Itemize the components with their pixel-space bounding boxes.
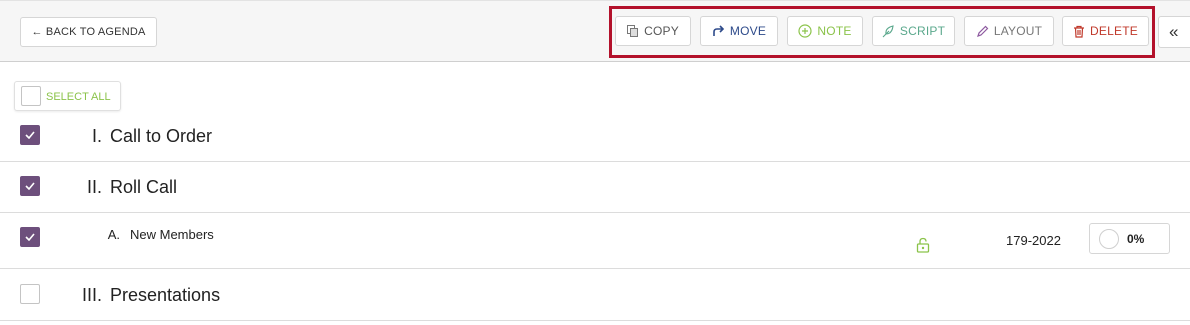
checkmark-icon bbox=[25, 233, 35, 241]
item-checkbox[interactable] bbox=[20, 176, 40, 196]
select-all-control[interactable]: SELECT ALL bbox=[14, 81, 121, 111]
agenda-item-row[interactable]: III. Presentations bbox=[0, 269, 1190, 321]
feather-pen-icon bbox=[882, 24, 895, 38]
item-checkbox[interactable] bbox=[20, 284, 40, 304]
document-number: 179-2022 bbox=[1006, 233, 1061, 248]
layout-button[interactable]: LAYOUT bbox=[964, 16, 1054, 46]
back-to-agenda-button[interactable]: ← BACK TO AGENDA bbox=[20, 17, 157, 47]
agenda-toolbar: ← BACK TO AGENDA COPY MOVE NOTE SCRIPT L… bbox=[0, 0, 1190, 62]
item-title[interactable]: Roll Call bbox=[110, 177, 177, 198]
progress-value: 0% bbox=[1127, 231, 1145, 246]
pencil-icon bbox=[976, 25, 989, 38]
agenda-item-row[interactable]: I. Call to Order bbox=[0, 112, 1190, 162]
item-number: II. bbox=[86, 177, 102, 197]
progress-button[interactable]: 0% bbox=[1089, 223, 1170, 254]
checkmark-icon bbox=[25, 131, 35, 139]
item-checkbox[interactable] bbox=[20, 227, 40, 247]
move-label: MOVE bbox=[729, 24, 767, 38]
item-checkbox[interactable] bbox=[20, 125, 40, 145]
script-label: SCRIPT bbox=[899, 24, 946, 38]
copy-button[interactable]: COPY bbox=[615, 16, 691, 46]
select-all-checkbox[interactable] bbox=[21, 86, 41, 106]
trash-icon bbox=[1073, 25, 1085, 38]
double-chevron-left-icon: « bbox=[1169, 22, 1179, 41]
back-to-agenda-label: ← BACK TO AGENDA bbox=[31, 26, 146, 38]
checkmark-icon bbox=[25, 182, 35, 190]
item-title[interactable]: New Members bbox=[130, 227, 214, 242]
item-title[interactable]: Call to Order bbox=[110, 126, 212, 147]
item-title[interactable]: Presentations bbox=[110, 285, 220, 306]
note-label: NOTE bbox=[817, 24, 852, 38]
progress-ring-icon bbox=[1099, 228, 1119, 249]
note-button[interactable]: NOTE bbox=[787, 16, 863, 46]
script-button[interactable]: SCRIPT bbox=[872, 16, 955, 46]
agenda-subitem-row[interactable]: A. New Members 179-2022 0% bbox=[0, 213, 1190, 269]
agenda-item-row[interactable]: II. Roll Call bbox=[0, 162, 1190, 213]
collapse-panel-button[interactable]: « bbox=[1158, 16, 1190, 48]
redo-arrow-icon bbox=[712, 25, 725, 37]
copy-label: COPY bbox=[644, 24, 679, 38]
move-button[interactable]: MOVE bbox=[700, 16, 778, 46]
item-number: III. bbox=[81, 285, 102, 305]
delete-button[interactable]: DELETE bbox=[1062, 16, 1149, 46]
select-all-label: SELECT ALL bbox=[46, 91, 111, 103]
layout-label: LAYOUT bbox=[993, 24, 1043, 38]
item-number: I. bbox=[91, 126, 102, 146]
unlock-icon[interactable] bbox=[916, 237, 930, 258]
delete-label: DELETE bbox=[1090, 24, 1138, 38]
plus-circle-icon bbox=[798, 24, 813, 38]
item-number: A. bbox=[107, 227, 120, 242]
copy-icon bbox=[627, 25, 639, 37]
